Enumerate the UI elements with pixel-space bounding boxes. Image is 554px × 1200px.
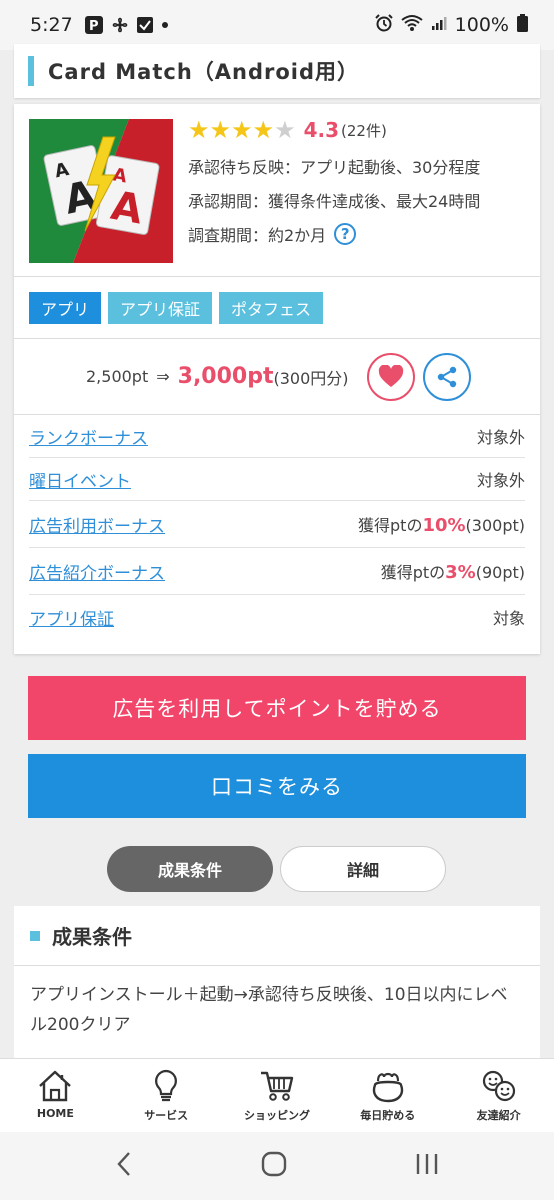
tag-app-guarantee[interactable]: アプリ保証 bbox=[108, 291, 213, 324]
rating-value: 4.3 bbox=[303, 118, 340, 142]
signal-icon bbox=[431, 14, 447, 36]
tag-potafes[interactable]: ポタフェス bbox=[219, 291, 324, 324]
recents-icon[interactable] bbox=[414, 1151, 440, 1181]
survey-period-row: 調査期間：約2か月 ? bbox=[188, 222, 530, 246]
ad-referral-suffix: (90pt) bbox=[475, 563, 525, 582]
rating-row: ★ ★ ★ ★ ★ 4.3 (22件) bbox=[188, 116, 530, 144]
status-time: 5:27 bbox=[30, 14, 73, 36]
app-info: ★ ★ ★ ★ ★ 4.3 (22件) 承認待ち反映：アプリ起動後、30分程度 … bbox=[188, 116, 530, 246]
rating-count: (22件) bbox=[341, 121, 387, 140]
paypay-icon: P bbox=[84, 16, 103, 34]
ad-referral-percent: 3% bbox=[445, 562, 476, 583]
bonus-list: ランクボーナス 対象外 曜日イベント 対象外 広告利用ボーナス 獲得ptの10%… bbox=[14, 415, 540, 639]
ad-use-bonus-value: 獲得ptの10%(300pt) bbox=[358, 512, 525, 536]
points-arrow: ⇒ bbox=[156, 367, 170, 386]
home-circle-icon[interactable] bbox=[261, 1151, 287, 1181]
status-bar: 5:27 P 100% bbox=[0, 0, 554, 50]
app-guarantee-link[interactable]: アプリ保証 bbox=[29, 605, 114, 630]
weekday-event-value: 対象外 bbox=[476, 471, 525, 490]
nav-shopping[interactable]: ショッピング bbox=[222, 1059, 333, 1132]
star-icon: ★ bbox=[231, 116, 253, 144]
weekday-event-link[interactable]: 曜日イベント bbox=[29, 467, 131, 492]
ad-use-prefix: 獲得ptの bbox=[358, 516, 423, 535]
page-title: Card Match（Android用） bbox=[48, 60, 360, 84]
fan-icon bbox=[111, 16, 129, 34]
conditions-body: アプリインストール＋起動→承認待ち反映後、10日以内にレベル200クリア bbox=[30, 985, 508, 1035]
conditions-accent bbox=[30, 930, 40, 941]
dot-icon bbox=[161, 21, 169, 29]
system-nav-bar bbox=[0, 1132, 554, 1200]
tag-app[interactable]: アプリ bbox=[29, 291, 102, 324]
alarm-icon bbox=[374, 13, 393, 37]
title-accent-bar bbox=[28, 56, 34, 86]
tags-row: アプリ アプリ保証 ポタフェス bbox=[14, 277, 540, 339]
bonus-row-guarantee: アプリ保証 対象 bbox=[29, 595, 525, 639]
nav-home[interactable]: HOME bbox=[0, 1059, 111, 1132]
ad-referral-bonus-value: 獲得ptの3%(90pt) bbox=[381, 559, 525, 583]
checkbox-icon bbox=[136, 17, 153, 33]
purse-icon bbox=[370, 1067, 406, 1105]
conditions-card: 成果条件 アプリインストール＋起動→承認待ち反映後、10日以内にレベル200クリ… bbox=[14, 906, 540, 1066]
points-row: 2,500pt ⇒ 3,000pt (300円分) bbox=[14, 339, 540, 415]
nav-invite[interactable]: 友達紹介 bbox=[443, 1059, 554, 1132]
nav-service[interactable]: サービス bbox=[111, 1059, 222, 1132]
ad-referral-prefix: 獲得ptの bbox=[380, 563, 446, 582]
home-icon bbox=[37, 1067, 73, 1105]
app-summary: A A A A ★ ★ ★ ★ ★ 4.3 (22件) 承認待ち反映：アプリ起動… bbox=[14, 104, 540, 277]
view-reviews-button[interactable]: 口コミをみる bbox=[28, 754, 526, 818]
nav-service-label: サービス bbox=[144, 1109, 189, 1122]
bonus-row-weekday: 曜日イベント 対象外 bbox=[29, 458, 525, 501]
points-original: 2,500pt bbox=[86, 367, 149, 386]
lightbulb-icon bbox=[152, 1067, 180, 1105]
approval-period-info: 承認期間：獲得条件達成後、最大24時間 bbox=[188, 192, 481, 211]
back-icon[interactable] bbox=[114, 1150, 134, 1182]
star-icon: ★ bbox=[209, 116, 232, 144]
title-card: Card Match（Android用） bbox=[14, 44, 540, 98]
ad-use-bonus-link[interactable]: 広告利用ボーナス bbox=[29, 512, 165, 537]
wifi-icon bbox=[401, 14, 423, 37]
friends-icon bbox=[481, 1067, 517, 1105]
earn-points-button[interactable]: 広告を利用してポイントを貯める bbox=[28, 676, 526, 740]
heart-icon bbox=[378, 364, 403, 387]
points-boosted: 3,000pt bbox=[177, 364, 274, 389]
approval-reflect-info: 承認待ち反映：アプリ起動後、30分程度 bbox=[188, 158, 481, 177]
battery-icon bbox=[517, 13, 528, 37]
share-icon bbox=[437, 366, 456, 387]
ad-referral-bonus-link[interactable]: 広告紹介ボーナス bbox=[29, 559, 165, 584]
bottom-nav: HOME サービス ショッピング 毎日貯める 友達紹介 bbox=[0, 1058, 554, 1132]
favorite-button[interactable] bbox=[366, 352, 415, 401]
points-yen: (300円分) bbox=[273, 368, 349, 388]
nav-daily[interactable]: 毎日貯める bbox=[332, 1059, 443, 1132]
star-empty-icon: ★ bbox=[274, 116, 296, 144]
bonus-row-rank: ランクボーナス 対象外 bbox=[29, 415, 525, 458]
battery-level: 100% bbox=[454, 14, 509, 36]
bonus-row-ad-use: 広告利用ボーナス 獲得ptの10%(300pt) bbox=[29, 501, 525, 548]
rank-bonus-value: 対象外 bbox=[476, 428, 525, 447]
nav-shopping-label: ショッピング bbox=[243, 1109, 310, 1122]
tab-conditions[interactable]: 成果条件 bbox=[107, 846, 273, 892]
nav-home-label: HOME bbox=[36, 1107, 74, 1120]
ad-use-percent: 10% bbox=[422, 515, 466, 536]
star-icon: ★ bbox=[252, 116, 275, 144]
app-guarantee-value: 対象 bbox=[492, 609, 525, 628]
nav-invite-label: 友達紹介 bbox=[476, 1109, 521, 1122]
svg-text:P: P bbox=[89, 19, 99, 34]
survey-period-info: 調査期間：約2か月 bbox=[188, 226, 327, 245]
ad-use-suffix: (300pt) bbox=[465, 516, 525, 535]
conditions-title: 成果条件 bbox=[52, 925, 132, 949]
help-icon[interactable]: ? bbox=[334, 223, 357, 245]
rank-bonus-link[interactable]: ランクボーナス bbox=[29, 424, 148, 449]
offer-card: A A A A ★ ★ ★ ★ ★ 4.3 (22件) 承認待ち反映：アプリ起動… bbox=[14, 104, 540, 654]
app-icon[interactable]: A A A A bbox=[29, 119, 173, 263]
conditions-header: 成果条件 bbox=[14, 906, 540, 966]
bonus-row-ad-referral: 広告紹介ボーナス 獲得ptの3%(90pt) bbox=[29, 548, 525, 595]
share-button[interactable] bbox=[422, 352, 471, 401]
nav-daily-label: 毎日貯める bbox=[360, 1109, 416, 1122]
star-icon: ★ bbox=[188, 116, 210, 144]
cart-icon bbox=[259, 1067, 295, 1105]
tab-details[interactable]: 詳細 bbox=[280, 846, 446, 892]
